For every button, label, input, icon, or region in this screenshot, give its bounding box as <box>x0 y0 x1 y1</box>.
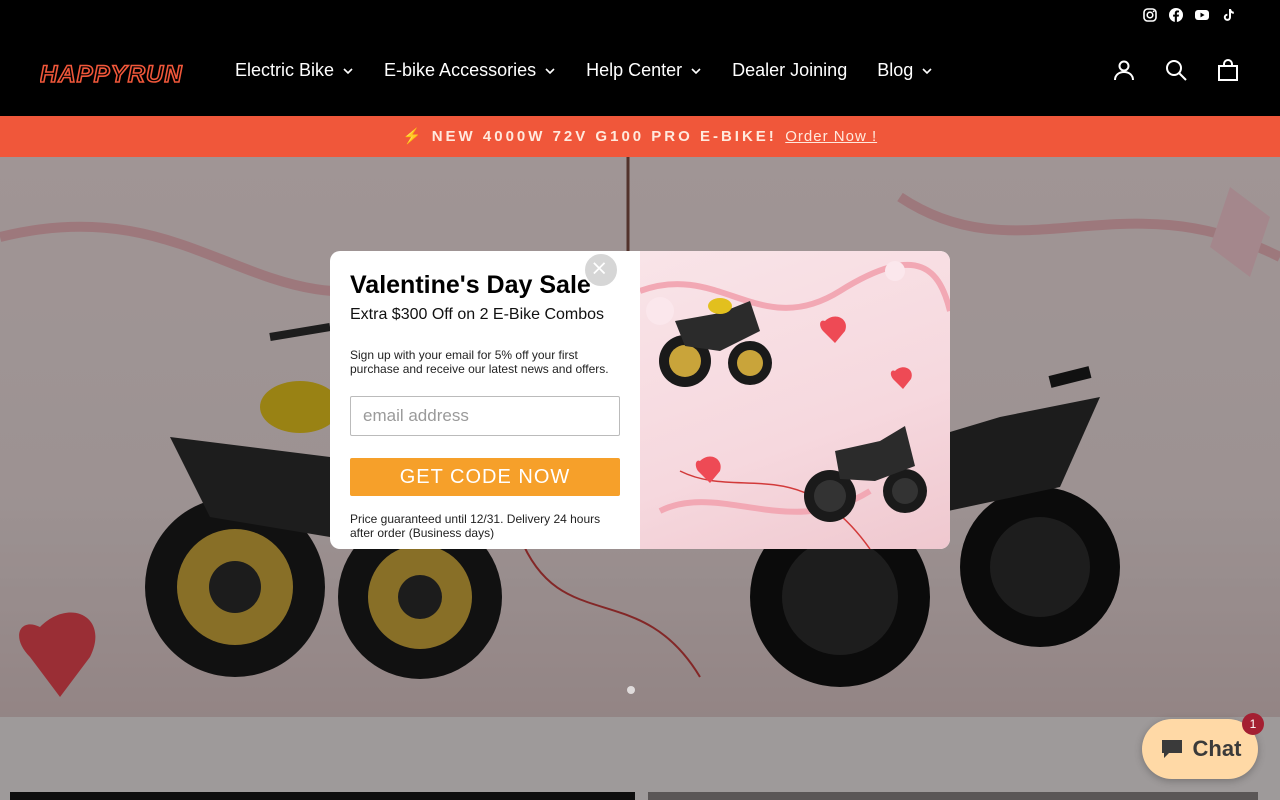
nav-label: Electric Bike <box>235 60 335 80</box>
chat-bubble-icon <box>1161 740 1182 758</box>
nav-help-center[interactable]: Help Center <box>586 60 702 81</box>
nav-blog[interactable]: Blog <box>877 60 933 81</box>
content-card-left <box>10 792 635 800</box>
youtube-icon[interactable] <box>1194 7 1210 23</box>
signup-popup: Valentine's Day Sale Extra $300 Off on 2… <box>330 251 950 549</box>
account-icon[interactable] <box>1112 58 1136 82</box>
header-icons <box>1112 58 1240 82</box>
slide-indicator[interactable] <box>627 686 635 694</box>
chat-label: Chat <box>1192 736 1242 761</box>
nav-dealer-joining[interactable]: Dealer Joining <box>732 60 847 81</box>
popup-description: Sign up with your email for 5% off your … <box>350 348 609 376</box>
facebook-icon[interactable] <box>1168 7 1184 23</box>
search-icon[interactable] <box>1164 58 1188 82</box>
instagram-icon[interactable] <box>1142 7 1158 23</box>
nav-label: Help Center <box>586 60 683 80</box>
svg-text:HAPPYRUN: HAPPYRUN <box>40 61 183 88</box>
cart-icon[interactable] <box>1216 58 1240 82</box>
top-bar <box>0 0 1280 32</box>
chevron-down-icon <box>691 67 701 74</box>
chevron-down-icon <box>545 67 555 74</box>
close-icon <box>593 262 606 275</box>
nav-label: E-bike Accessories <box>384 60 537 80</box>
popup-close-button[interactable] <box>583 252 619 288</box>
popup-note: Price guaranteed until 12/31. Delivery 2… <box>350 512 601 540</box>
nav-label: Dealer Joining <box>732 60 848 80</box>
promo-order-link[interactable]: Order Now ! <box>785 128 877 145</box>
chevron-down-icon <box>922 67 932 74</box>
nav-label: Blog <box>877 60 914 80</box>
main-header: HAPPYRUN Electric Bike E-bike Accessorie… <box>0 32 1280 116</box>
tiktok-icon[interactable] <box>1220 7 1236 23</box>
page-content-backdrop <box>0 717 1280 800</box>
content-card-right <box>648 792 1258 800</box>
nav-ebike-accessories[interactable]: E-bike Accessories <box>384 60 556 81</box>
chevron-down-icon <box>343 67 353 74</box>
happyrun-logo[interactable]: HAPPYRUN <box>39 60 200 93</box>
nav-electric-bike[interactable]: Electric Bike <box>235 60 354 81</box>
promo-text: ⚡ NEW 4000W 72V G100 PRO E-BIKE! <box>402 128 777 145</box>
email-field[interactable] <box>350 396 620 436</box>
popup-subtitle: Extra $300 Off on 2 E-Bike Combos <box>350 306 605 323</box>
get-code-button[interactable]: GET CODE NOW <box>350 458 620 496</box>
popup-form: Valentine's Day Sale Extra $300 Off on 2… <box>350 271 625 540</box>
main-menu: Electric Bike E-bike Accessories Help Ce… <box>235 60 933 81</box>
promo-banner: ⚡ NEW 4000W 72V G100 PRO E-BIKE! Order N… <box>0 116 1280 157</box>
chat-button[interactable]: Chat <box>1142 719 1258 779</box>
popup-image <box>640 251 950 549</box>
chat-unread-badge: 1 <box>1242 713 1264 735</box>
social-links <box>1142 7 1236 23</box>
